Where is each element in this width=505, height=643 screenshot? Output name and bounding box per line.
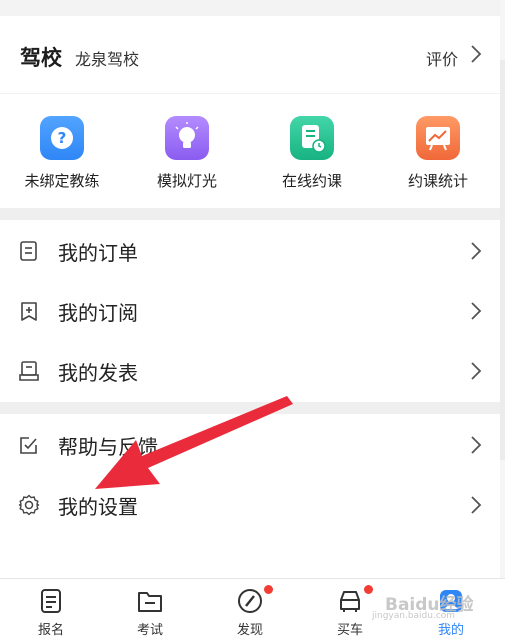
car-icon (340, 591, 360, 612)
chevron-right-icon (471, 302, 482, 320)
rate-link[interactable]: 评价 (426, 46, 458, 70)
section-separator (0, 208, 500, 220)
tab-label: 考试 (136, 623, 163, 638)
notification-badge (364, 585, 373, 594)
chevron-right-icon (471, 496, 482, 514)
quick-action-light-simulation[interactable]: 模拟灯光 (132, 116, 242, 196)
quick-action-label: 在线约课 (281, 172, 342, 190)
notification-badge (264, 585, 273, 594)
menu-item-my-orders[interactable]: 我的订单 (0, 222, 500, 280)
menu-item-label: 我的设置 (58, 495, 138, 519)
quick-action-booking-stats[interactable]: 约课统计 (383, 116, 493, 196)
signup-icon (41, 589, 61, 613)
question-icon: ? (40, 116, 84, 160)
scrollbar-thumb[interactable] (500, 60, 505, 460)
compass-icon (238, 589, 262, 613)
schedule-icon (290, 116, 334, 160)
svg-text:?: ? (58, 129, 67, 147)
quick-action-online-booking[interactable]: 在线约课 (257, 116, 367, 196)
menu-item-label: 帮助与反馈 (58, 435, 158, 459)
quick-action-label: 约课统计 (407, 172, 468, 190)
quick-action-label: 模拟灯光 (156, 172, 217, 190)
driving-school-row[interactable]: 驾校 龙泉驾校 评价 (0, 18, 500, 94)
watermark-url: jingyan.baidu.com (372, 611, 456, 621)
menu-item-label: 我的发表 (58, 361, 138, 385)
menu-item-label: 我的订阅 (58, 301, 138, 325)
tab-signup[interactable]: 报名 (11, 579, 91, 643)
bookmark-icon (21, 302, 37, 321)
chart-icon (416, 116, 460, 160)
menu-item-my-settings[interactable]: 我的设置 (0, 476, 500, 534)
tab-label: 报名 (37, 623, 64, 638)
menu-item-my-posts[interactable]: 我的发表 (0, 342, 500, 400)
school-title: 驾校 (20, 46, 62, 70)
folder-icon (138, 592, 162, 612)
bulb-icon (165, 116, 209, 160)
section-separator (0, 402, 500, 414)
top-separator (0, 0, 500, 16)
tab-label: 买车 (336, 623, 363, 638)
order-icon (20, 241, 37, 261)
chevron-right-icon (471, 242, 482, 260)
quick-action-label: 未绑定教练 (24, 172, 100, 190)
school-name: 龙泉驾校 (75, 50, 140, 69)
publish-icon (19, 361, 39, 381)
tab-label: 我的 (437, 623, 464, 638)
tab-discover[interactable]: 发现 (210, 579, 290, 643)
chevron-right-icon (471, 436, 482, 454)
menu-item-label: 我的订单 (58, 241, 138, 265)
menu-item-my-subscriptions[interactable]: 我的订阅 (0, 282, 500, 340)
chevron-right-icon (471, 45, 482, 63)
chevron-right-icon (471, 362, 482, 380)
menu-item-help-feedback[interactable]: 帮助与反馈 (0, 416, 500, 474)
tab-label: 发现 (236, 623, 263, 638)
quick-action-unbound-coach[interactable]: ? 未绑定教练 (7, 116, 117, 196)
tab-exam[interactable]: 考试 (110, 579, 190, 643)
feedback-icon (20, 437, 37, 454)
settings-icon (18, 494, 40, 516)
